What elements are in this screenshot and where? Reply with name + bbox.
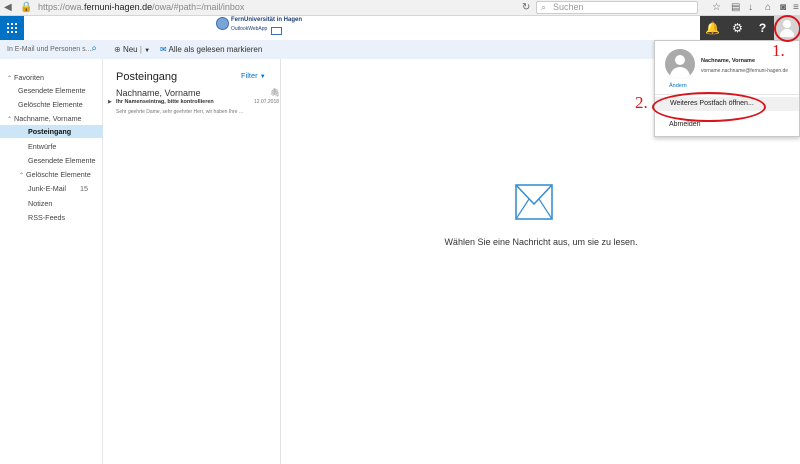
mail-search-input[interactable]: In E-Mail und Personen s... ⌕ [0,40,103,59]
plus-circle-icon: ⊕ [114,45,121,54]
message-list: Posteingang Filter ▼ ▶ Nachname, Vorname… [104,59,281,464]
account-header[interactable]: ⌃ Nachname, Vorname [0,112,103,125]
chevron-icon: ⌃ [7,76,13,82]
folder-pane: ⌃ Favoriten Gesendete Elemente Gelöschte… [0,59,103,464]
favorites-header[interactable]: ⌃ Favoriten [0,71,103,84]
new-button[interactable]: ⊕ Neu | ▼ [114,43,150,58]
folder-rss[interactable]: RSS-Feeds [0,211,103,224]
search-icon: ⌕ [91,43,97,54]
app-header: FernUniversität in Hagen OutlookWebApp 🔔… [0,16,800,40]
chevron-icon: ⌃ [19,173,25,179]
folder-deleted[interactable]: ⌃ Gelöschte Elemente [0,168,103,181]
folder-fav-sent[interactable]: Gesendete Elemente [0,84,103,97]
annotation-circle-2 [652,92,766,122]
unread-count: 15 [80,184,88,193]
address-bar[interactable]: https://owa.fernuni-hagen.de/owa/#path=/… [38,2,244,12]
pocket-icon[interactable]: ◙ [780,1,786,15]
notifications-button[interactable]: 🔔 [700,16,725,40]
browser-toolbar: ◀ 🔒 https://owa.fernuni-hagen.de/owa/#pa… [0,0,800,16]
change-photo-link[interactable]: Ändern [669,83,687,89]
open-envelope-icon: ✉ [160,45,167,54]
folder-drafts[interactable]: Entwürfe [0,140,103,153]
waffle-icon [7,23,17,33]
envelope-icon [271,27,282,35]
message-subject: Ihr Namenseintrag, bitte kontrollieren [116,99,214,105]
folder-notes[interactable]: Notizen [0,197,103,210]
annotation-circle-1 [774,15,800,42]
annotation-step-1: 1. [772,41,785,60]
envelope-icon [515,184,553,220]
expand-arrow-icon[interactable]: ▶ [108,99,112,105]
home-icon[interactable]: ⌂ [765,1,771,15]
message-date: 12.07.2018 [254,99,280,105]
search-icon: ⌕ [541,2,547,12]
list-title: Posteingang [116,71,178,83]
university-logo: FernUniversität in Hagen OutlookWebApp [216,17,302,39]
folder-junk[interactable]: Junk-E-Mail 15 [0,182,103,195]
message-preview: Sehr geehrte Dame, sehr geehrter Herr, w… [116,109,244,115]
star-icon[interactable]: ☆ [712,1,721,15]
library-icon[interactable]: ▤ [731,1,740,15]
filter-button[interactable]: Filter ▼ [241,71,266,80]
attachment-icon: 🖇 [270,88,281,97]
gear-icon: ⚙ [732,21,743,35]
message-sender: Nachname, Vorname [116,88,201,98]
annotation-step-2: 2. [635,93,648,112]
bell-icon: 🔔 [705,21,720,35]
chevron-down-icon[interactable]: ▼ [144,48,150,54]
settings-button[interactable]: ⚙ [725,16,750,40]
avatar [665,49,695,79]
folder-inbox[interactable]: Posteingang [0,125,103,138]
menu-icon[interactable]: ≡ [793,1,799,15]
browser-search-input[interactable]: ⌕ Suchen [536,1,698,14]
app-launcher-button[interactable] [0,16,24,40]
account-name: Nachname, Vorname [701,58,756,64]
reload-icon[interactable]: ↻ [522,1,530,15]
mark-all-read-button[interactable]: ✉ Alle als gelesen markieren [160,43,262,56]
empty-reading-text: Wählen Sie eine Nachricht aus, um sie zu… [444,237,638,247]
logout-item[interactable]: Abmelden [669,121,701,128]
folder-fav-deleted[interactable]: Gelöschte Elemente [0,98,103,111]
account-email: vorname.nachname@fernuni-hagen.de [701,68,789,74]
lock-icon: 🔒 [20,2,33,13]
chevron-down-icon: ▼ [259,74,266,80]
globe-icon [216,17,229,30]
back-icon[interactable]: ◀ [4,1,12,15]
chevron-icon: ⌃ [7,117,13,123]
folder-sent[interactable]: Gesendete Elemente [0,154,103,167]
help-button[interactable]: ? [750,16,775,40]
download-icon[interactable]: ↓ [748,1,753,15]
